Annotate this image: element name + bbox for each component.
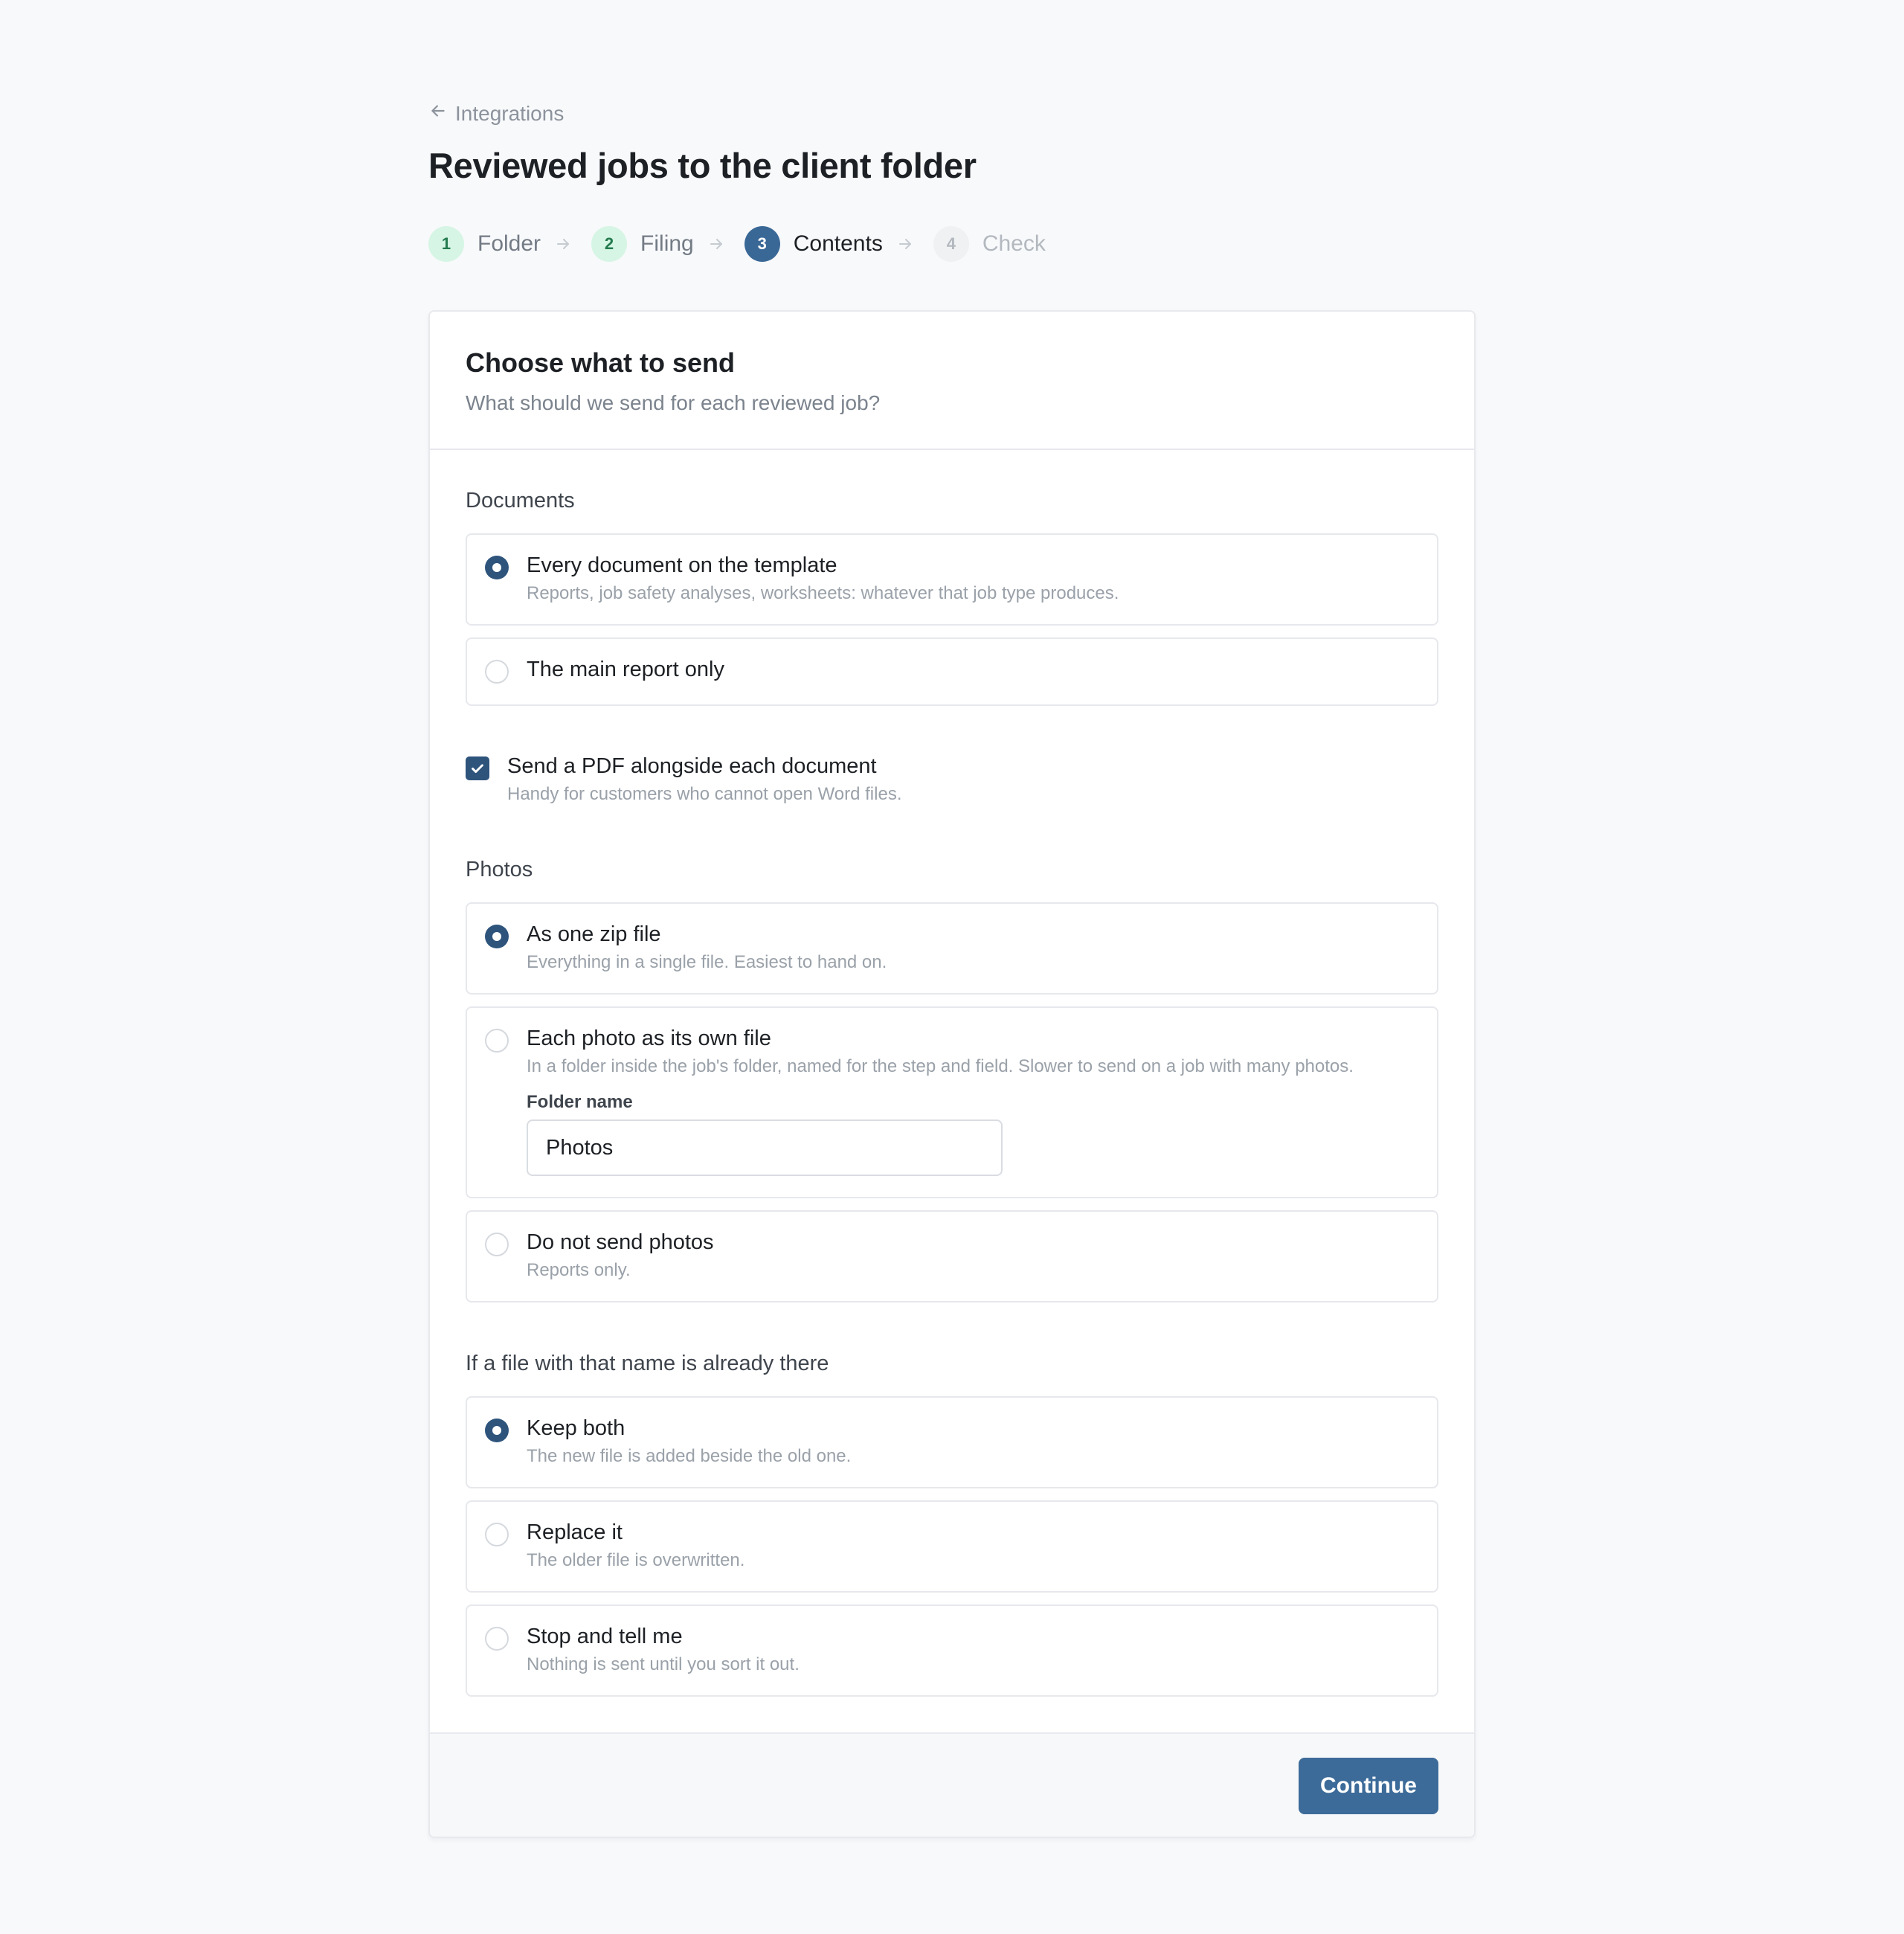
step-contents[interactable]: 3 Contents <box>744 226 883 262</box>
option-description: The older file is overwritten. <box>527 1550 745 1570</box>
pdf-checkbox-label[interactable]: Send a PDF alongside each document <box>507 754 877 779</box>
option-description: The new file is added beside the old one… <box>527 1446 852 1466</box>
arrow-right-icon <box>554 235 572 253</box>
option-description: Reports only. <box>527 1260 631 1280</box>
radio-every-document[interactable] <box>485 556 509 579</box>
pdf-checkbox[interactable] <box>466 756 489 780</box>
radio-each-photo-own-file[interactable] <box>485 1029 509 1053</box>
folder-name-label: Folder name <box>527 1092 633 1112</box>
back-link-label: Integrations <box>455 101 565 125</box>
option-title: Do not send photos <box>527 1230 714 1254</box>
option-stop-and-tell-me[interactable]: Stop and tell me Nothing is sent until y… <box>466 1604 1438 1697</box>
step-label: Filing <box>640 231 694 256</box>
stepper: 1 Folder 2 Filing 3 Contents 4 Check <box>428 225 1046 263</box>
step-label: Check <box>982 231 1046 256</box>
card-subtitle: What should we send for each reviewed jo… <box>466 391 881 414</box>
step-number: 4 <box>933 226 969 262</box>
option-description: Reports, job safety analyses, worksheets… <box>527 583 1119 603</box>
radio-do-not-send-photos[interactable] <box>485 1233 509 1256</box>
option-title: The main report only <box>527 658 724 681</box>
conflict-section-label: If a file with that name is already ther… <box>466 1352 829 1375</box>
pdf-checkbox-description: Handy for customers who cannot open Word… <box>507 784 902 804</box>
option-description: In a folder inside the job's folder, nam… <box>527 1056 1354 1076</box>
option-replace-it[interactable]: Replace it The older file is overwritten… <box>466 1500 1438 1593</box>
photos-section-label: Photos <box>466 858 533 881</box>
step-label: Folder <box>477 231 541 256</box>
option-title: Replace it <box>527 1520 623 1544</box>
radio-main-report-only[interactable] <box>485 660 509 684</box>
step-check: 4 Check <box>933 226 1046 262</box>
step-folder[interactable]: 1 Folder <box>428 226 541 262</box>
option-title: Each photo as its own file <box>527 1027 771 1050</box>
option-title: Stop and tell me <box>527 1625 683 1648</box>
option-do-not-send-photos[interactable]: Do not send photos Reports only. <box>466 1210 1438 1302</box>
card-header: Choose what to send What should we send … <box>430 312 1474 450</box>
continue-button[interactable]: Continue <box>1299 1758 1438 1814</box>
contents-card: Choose what to send What should we send … <box>428 310 1476 1838</box>
option-title: Keep both <box>527 1416 625 1440</box>
step-number: 2 <box>591 226 628 262</box>
page-title: Reviewed jobs to the client folder <box>428 146 977 185</box>
card-footer: Continue <box>430 1732 1474 1837</box>
option-each-photo-own-file[interactable]: Each photo as its own file In a folder i… <box>466 1006 1438 1198</box>
radio-replace-it[interactable] <box>485 1523 509 1546</box>
arrow-right-icon <box>707 235 725 253</box>
radio-keep-both[interactable] <box>485 1419 509 1442</box>
arrow-right-icon <box>896 235 914 253</box>
option-every-document[interactable]: Every document on the template Reports, … <box>466 533 1438 626</box>
arrow-left-icon <box>428 101 448 126</box>
radio-one-zip-file[interactable] <box>485 925 509 948</box>
checkmark-icon <box>472 764 483 774</box>
card-title: Choose what to send <box>466 347 736 378</box>
option-title: Every document on the template <box>527 553 837 577</box>
option-title: As one zip file <box>527 922 661 946</box>
step-label: Contents <box>793 231 883 256</box>
option-one-zip-file[interactable]: As one zip file Everything in a single f… <box>466 902 1438 995</box>
option-main-report-only[interactable]: The main report only <box>466 637 1438 706</box>
option-description: Nothing is sent until you sort it out. <box>527 1654 800 1674</box>
step-number: 1 <box>428 226 464 262</box>
option-description: Everything in a single file. Easiest to … <box>527 952 887 972</box>
folder-name-input[interactable] <box>527 1119 1003 1176</box>
step-filing[interactable]: 2 Filing <box>591 226 694 262</box>
step-number: 3 <box>744 226 780 262</box>
back-link-integrations[interactable]: Integrations <box>428 101 564 126</box>
radio-stop-and-tell-me[interactable] <box>485 1627 509 1651</box>
option-keep-both[interactable]: Keep both The new file is added beside t… <box>466 1396 1438 1488</box>
documents-section-label: Documents <box>466 489 575 513</box>
